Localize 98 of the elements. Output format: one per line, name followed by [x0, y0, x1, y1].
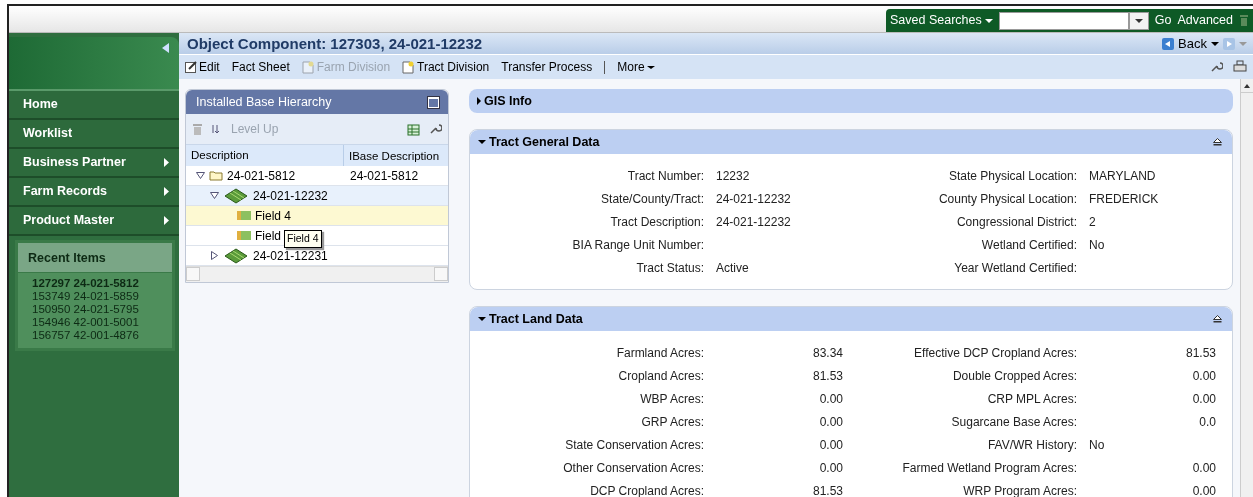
panel-title: Recent Items: [18, 243, 172, 273]
field-label: GRP Acres:: [640, 413, 704, 431]
field-label: State Conservation Acres:: [564, 436, 704, 454]
menu-item[interactable]: Worklist: [9, 120, 179, 149]
field-value: No: [1088, 236, 1106, 254]
tree-row[interactable]: Field 4: [186, 206, 448, 226]
toolbar-button[interactable]: Tract Division: [402, 58, 490, 76]
panel-title: Installed Base Hierarchy: [196, 93, 332, 111]
field-icon: [237, 231, 251, 240]
field-value: 2: [1088, 213, 1097, 231]
field-label: Wetland Certified:: [980, 236, 1077, 254]
field-label: Cropland Acres:: [617, 367, 704, 385]
dropdown-button[interactable]: [1128, 11, 1149, 30]
field-label: Year Wetland Certified:: [953, 259, 1077, 277]
field-value: Active: [715, 259, 750, 277]
scrollbar[interactable]: [1240, 79, 1253, 497]
expanded-icon[interactable]: [210, 191, 219, 200]
toolbar-button[interactable]: Edit: [185, 58, 220, 76]
edit-icon: [185, 61, 197, 73]
tree-row[interactable]: 24-021-12232: [186, 186, 448, 206]
field-value: 83.34: [811, 344, 843, 362]
expanded-icon[interactable]: [196, 171, 205, 180]
field-value: No: [1088, 436, 1106, 454]
field-value: 0.00: [818, 459, 843, 477]
search-field[interactable]: [998, 11, 1129, 30]
field-value: 0.00: [818, 436, 843, 454]
document-icon: [301, 60, 315, 74]
field-value: 0.00: [1191, 482, 1216, 497]
field-label: State/County/Tract:: [600, 190, 704, 208]
field-label: Sugarcane Base Acres:: [950, 413, 1077, 431]
field-value: MARYLAND: [1088, 167, 1157, 185]
field-label: BIA Range Unit Number:: [571, 236, 704, 254]
field-value: 0.00: [1191, 459, 1216, 477]
saved-searches-menu[interactable]: Saved Searches: [889, 11, 993, 30]
field-label: County Physical Location:: [937, 190, 1077, 208]
field-value: 0.00: [1191, 367, 1216, 385]
field-value: 0.00: [1191, 390, 1216, 408]
field-label: WRP Program Acres:: [962, 482, 1077, 497]
field-value: 24-021-12232: [715, 213, 792, 231]
field-label: Farmland Acres:: [615, 344, 704, 362]
submenu-arrow-icon: [164, 216, 169, 225]
back-button[interactable]: Back: [1178, 33, 1207, 54]
menu-item[interactable]: Business Partner: [9, 149, 179, 178]
more-menu[interactable]: More: [617, 58, 655, 76]
field-label: DCP Cropland Acres:: [589, 482, 704, 497]
field-label: Farmed Wetland Program Acres:: [901, 459, 1077, 477]
toolbar-button[interactable]: Fact Sheet: [231, 58, 290, 76]
tooltip: Field 4: [284, 230, 322, 248]
menu-item[interactable]: Product Master: [9, 207, 179, 236]
advanced-link[interactable]: Advanced: [1177, 11, 1233, 30]
submenu-arrow-icon: [164, 158, 169, 167]
field-value: 12232: [715, 167, 751, 185]
field-label: State Physical Location:: [947, 167, 1077, 185]
field-label: Effective DCP Cropland Acres:: [913, 344, 1077, 362]
field-label: Tract Status:: [635, 259, 704, 277]
section-header[interactable]: Tract Land Data: [470, 307, 1232, 331]
toolbar-button[interactable]: Transfer Process: [501, 58, 593, 76]
column-header[interactable]: Description: [186, 145, 344, 166]
recent-item-link[interactable]: 153749 24-021-5859: [32, 289, 166, 303]
field-value: 0.00: [818, 390, 843, 408]
submenu-arrow-icon: [164, 187, 169, 196]
spreadsheet-icon[interactable]: [407, 122, 420, 136]
collapse-icon[interactable]: [1213, 315, 1222, 323]
field-label: FAV/WR History:: [986, 436, 1077, 454]
folder-icon: [209, 170, 223, 181]
menu-item[interactable]: Home: [9, 91, 179, 120]
field-icon: [237, 211, 251, 220]
caret-icon[interactable]: [1211, 41, 1219, 46]
page-title: Object Component: 127303, 24-021-12232: [187, 34, 483, 53]
recent-item-link[interactable]: 156757 42-001-4876: [32, 328, 166, 342]
menu-item[interactable]: Farm Records: [9, 178, 179, 207]
print-icon[interactable]: [1233, 60, 1247, 74]
field-label: Other Conservation Acres:: [562, 459, 704, 477]
recent-item-link[interactable]: 127297 24-021-5812: [32, 276, 166, 290]
field-label: CRP MPL Acres:: [986, 390, 1077, 408]
field-label: Congressional District:: [955, 213, 1077, 231]
field-label: Tract Description:: [609, 213, 704, 231]
document-icon: [402, 60, 416, 74]
field-value: 0.00: [818, 413, 843, 431]
column-header[interactable]: IBase Description: [344, 145, 445, 166]
field-value: 0.0: [1198, 413, 1216, 431]
recent-item-link[interactable]: 154946 42-001-5001: [32, 315, 166, 329]
field-label: WBP Acres:: [639, 390, 704, 408]
section-header[interactable]: GIS Info: [469, 89, 1233, 113]
field-label: Double Cropped Acres:: [951, 367, 1077, 385]
field-label: Tract Number:: [626, 167, 704, 185]
tree-row[interactable]: Field Field 4: [186, 226, 448, 246]
field-value: 24-021-12232: [715, 190, 792, 208]
collapsed-icon[interactable]: [210, 251, 219, 260]
recent-item-link[interactable]: 150950 24-021-5795: [32, 302, 166, 316]
field-value: FREDERICK: [1088, 190, 1160, 208]
field-value: 81.53: [1184, 344, 1216, 362]
collapse-icon[interactable]: [1213, 138, 1222, 146]
maximize-icon[interactable]: [427, 95, 440, 109]
field-value: 81.53: [811, 367, 843, 385]
section-header[interactable]: Tract General Data: [470, 130, 1232, 154]
go-link[interactable]: Go: [1154, 11, 1172, 30]
field-value: 81.53: [811, 482, 843, 497]
